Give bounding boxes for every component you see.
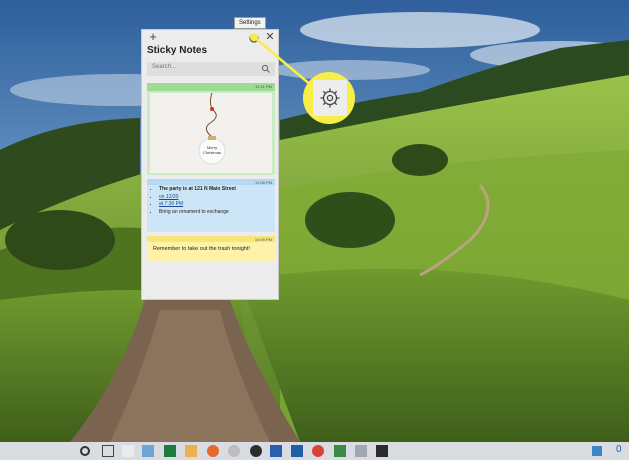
desktop-wallpaper [0, 0, 629, 442]
excel-icon[interactable] [164, 445, 176, 457]
list-item: at 7:30 PM [159, 201, 236, 209]
cortana-icon[interactable] [80, 446, 90, 456]
task-view-icon[interactable] [102, 445, 114, 457]
search-placeholder: Search... [152, 64, 177, 70]
note-text: Remember to take out the trash tonight! [153, 246, 250, 252]
gear-icon [249, 33, 259, 43]
search-icon [261, 64, 270, 73]
list-item: Bring an ornament to exchange [159, 209, 236, 217]
settings-tooltip: Settings [234, 17, 266, 29]
time-link[interactable]: at 7:30 PM [159, 201, 183, 207]
title-bar: + ✕ [142, 30, 278, 44]
tray-text: 0 [616, 444, 622, 455]
note-card-yellow[interactable]: 10:09 PM Remember to take out the trash … [147, 236, 275, 262]
word-icon[interactable] [270, 445, 282, 457]
note-bullet-list: The party is at 121 N Main Street on 12/… [151, 186, 236, 216]
ornament-image: Merry Christmas [150, 93, 272, 173]
sticky-notes-window: + ✕ Sticky Notes Search... 12:11 PM Merr… [141, 29, 279, 300]
date-link[interactable]: on 12/20 [159, 194, 178, 200]
edge-blue-icon[interactable] [142, 445, 154, 457]
page-title: Sticky Notes [147, 45, 208, 56]
note-card-green[interactable]: 12:11 PM Merry Christmas [147, 83, 275, 175]
security-icon[interactable] [334, 445, 346, 457]
ornament-text: Merry Christmas [202, 145, 221, 155]
firefox-icon[interactable] [207, 445, 219, 457]
tray-icon[interactable] [592, 446, 602, 456]
list-item: on 12/20 [159, 194, 236, 202]
paint-icon[interactable] [355, 445, 367, 457]
settings-button[interactable] [248, 31, 260, 43]
outlook-icon[interactable] [291, 445, 303, 457]
new-note-button[interactable]: + [146, 30, 160, 44]
taskbar: 0 [0, 442, 629, 460]
list-item: The party is at 121 N Main Street [159, 186, 236, 194]
search-input[interactable]: Search... [147, 62, 275, 76]
close-button[interactable]: ✕ [264, 30, 276, 44]
media-icon[interactable] [250, 445, 262, 457]
chrome-gray-icon[interactable] [228, 445, 240, 457]
chrome-icon[interactable] [312, 445, 324, 457]
terminal-icon[interactable] [376, 445, 388, 457]
file-explorer-icon[interactable] [185, 445, 197, 457]
gear-icon [320, 88, 340, 108]
edge-icon[interactable] [122, 445, 134, 457]
note-timestamp: 10:09 PM [254, 237, 272, 242]
note-timestamp: 12:11 PM [255, 84, 272, 89]
note-card-blue[interactable]: 11:08 PM The party is at 121 N Main Stre… [147, 179, 275, 232]
note-timestamp: 11:08 PM [255, 180, 272, 185]
